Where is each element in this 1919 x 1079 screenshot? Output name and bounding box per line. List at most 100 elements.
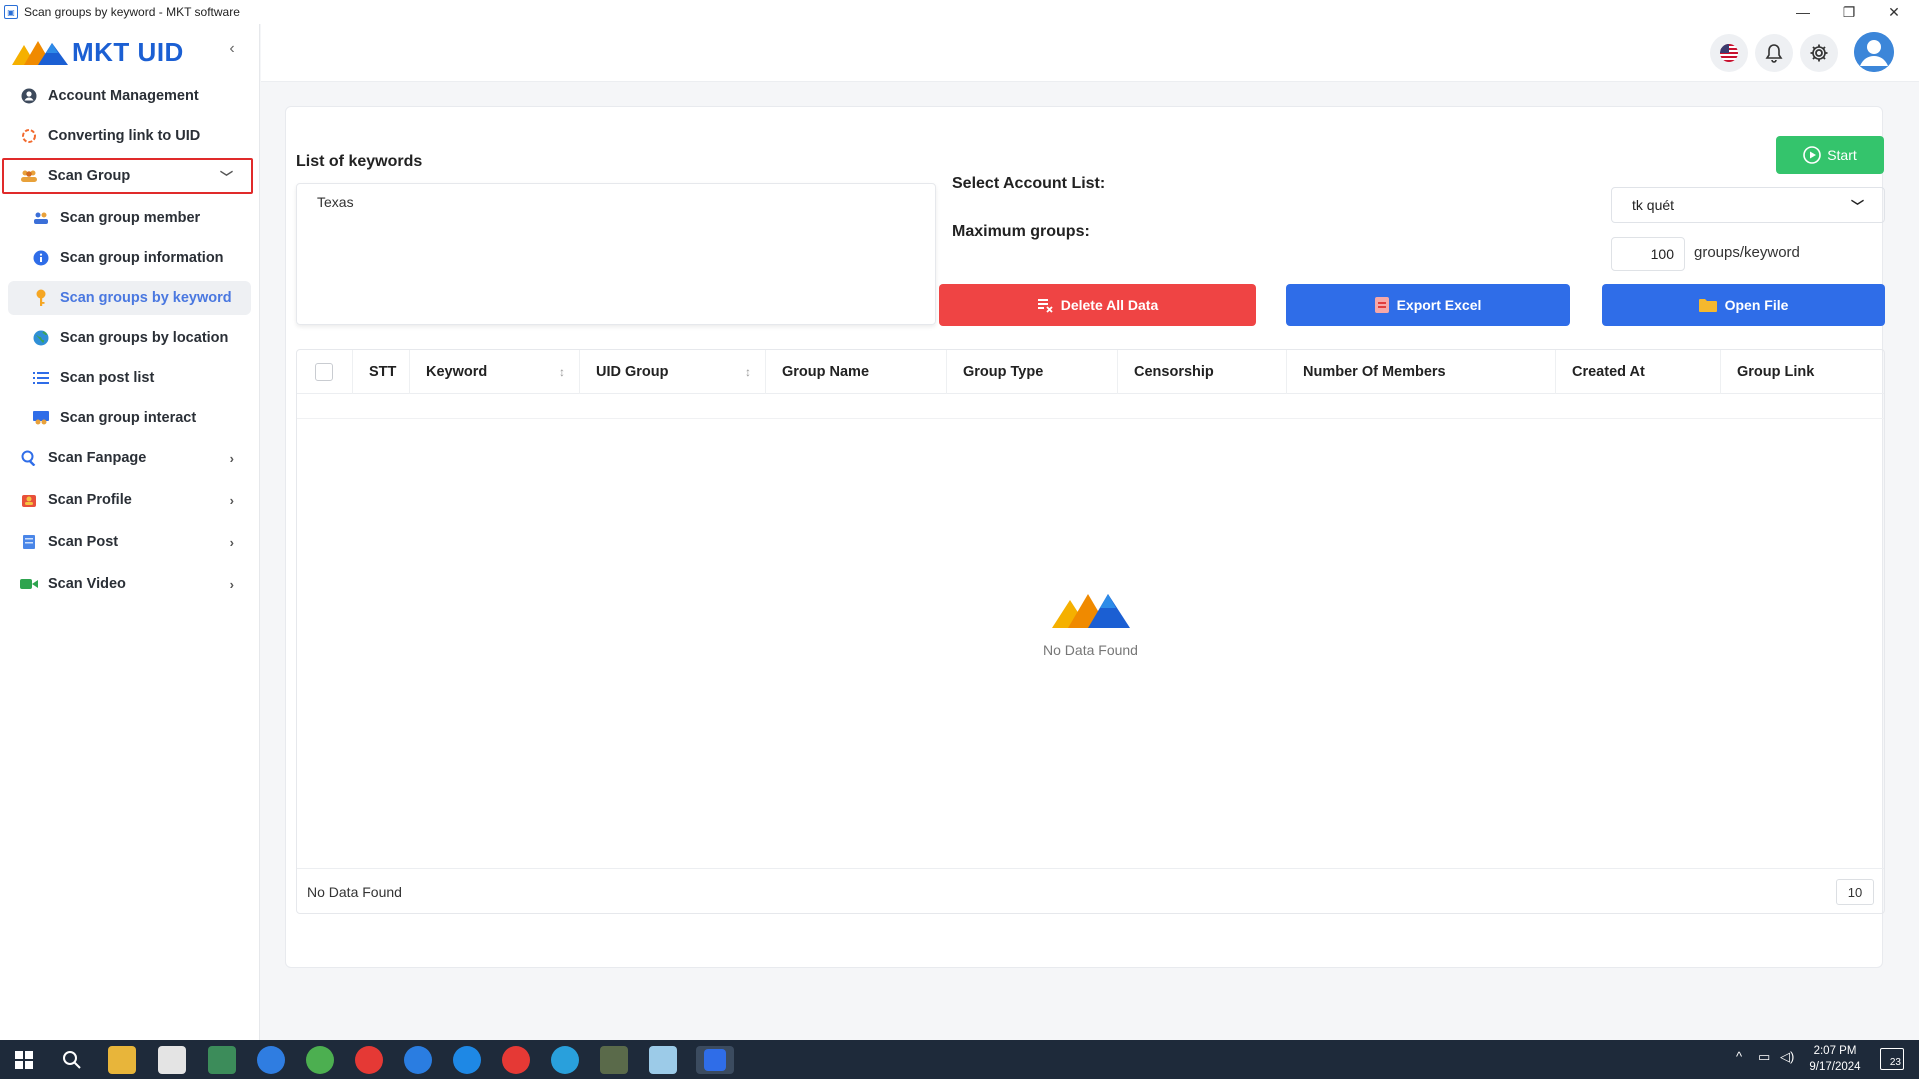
column-header-uid-group[interactable]: UID Group ↕ bbox=[580, 350, 766, 394]
chevron-right-icon: › bbox=[229, 534, 234, 550]
sidebar-item-scan-group[interactable]: Scan Group ﹀ bbox=[2, 158, 253, 194]
window-titlebar: ▣ Scan groups by keyword - MKT software … bbox=[0, 0, 1919, 24]
sidebar-item-scan-fanpage[interactable]: Scan Fanpage › bbox=[4, 440, 252, 476]
logo-mark-icon bbox=[12, 41, 68, 65]
sidebar-item-scan-video[interactable]: Scan Video › bbox=[4, 566, 252, 602]
chrome-icon[interactable] bbox=[355, 1046, 383, 1074]
start-button[interactable]: Start bbox=[1776, 136, 1884, 174]
export-excel-button[interactable]: Export Excel bbox=[1286, 284, 1570, 326]
column-label: Group Name bbox=[782, 364, 870, 380]
sidebar-item-converting-link[interactable]: Converting link to UID bbox=[4, 118, 252, 154]
brand-name: MKT UID bbox=[72, 36, 184, 67]
column-label: UID Group bbox=[596, 364, 669, 380]
sidebar-subitem-scan-groups-by-keyword[interactable]: Scan groups by keyword bbox=[8, 281, 251, 315]
sidebar-subitem-label: Scan post list bbox=[60, 370, 155, 386]
sidebar-item-scan-profile[interactable]: Scan Profile › bbox=[4, 482, 252, 518]
collapse-sidebar-icon[interactable]: ‹ bbox=[225, 40, 239, 60]
language-flag-button[interactable] bbox=[1710, 34, 1748, 72]
app-icon-2[interactable] bbox=[208, 1046, 236, 1074]
column-header-group-type[interactable]: Group Type bbox=[947, 350, 1118, 394]
sidebar-item-scan-post[interactable]: Scan Post › bbox=[4, 524, 252, 560]
delete-all-data-button[interactable]: Delete All Data bbox=[939, 284, 1256, 326]
settings-button[interactable] bbox=[1800, 34, 1838, 72]
account-list-select[interactable]: tk quét ﹀ bbox=[1611, 187, 1885, 223]
restore-button[interactable]: ❐ bbox=[1827, 0, 1871, 24]
user-avatar[interactable] bbox=[1854, 32, 1894, 72]
max-groups-input[interactable]: 100 bbox=[1611, 237, 1685, 271]
chevron-right-icon: › bbox=[229, 492, 234, 508]
tray-chevron-icon[interactable]: ^ bbox=[1736, 1049, 1742, 1064]
scan-keyword-panel: List of keywords Texas Start Select Acco… bbox=[285, 106, 1885, 968]
folder-icon bbox=[1698, 299, 1717, 312]
sort-icon[interactable]: ↕ bbox=[745, 365, 751, 379]
results-table: STT Keyword ↕ UID Group ↕ Group Name Group… bbox=[296, 349, 1885, 914]
avatar-icon bbox=[1854, 32, 1894, 72]
app-icon-1[interactable] bbox=[158, 1046, 186, 1074]
sort-icon[interactable]: ↕ bbox=[559, 365, 565, 379]
column-header-group-link[interactable]: Group Link bbox=[1721, 350, 1885, 394]
key-icon bbox=[32, 289, 50, 307]
notifications-button[interactable] bbox=[1755, 34, 1793, 72]
column-label: Censorship bbox=[1134, 364, 1214, 380]
sidebar-subitem-scan-group-member[interactable]: Scan group member bbox=[8, 201, 251, 235]
telegram-icon[interactable] bbox=[551, 1046, 579, 1074]
sidebar-item-label: Scan Post bbox=[48, 534, 119, 550]
chevron-right-icon: › bbox=[229, 450, 234, 466]
brand-logo: MKT UID bbox=[10, 34, 184, 70]
empty-message: No Data Found bbox=[1043, 642, 1138, 658]
user-circle-icon bbox=[20, 87, 38, 105]
windows-start-icon[interactable] bbox=[10, 1046, 38, 1074]
sidebar-item-label: Scan Group bbox=[48, 168, 131, 184]
app-icon-5[interactable] bbox=[600, 1046, 628, 1074]
column-label: Number Of Members bbox=[1303, 364, 1446, 380]
page-size-select[interactable]: 10 bbox=[1836, 879, 1874, 905]
app-icon-6[interactable] bbox=[649, 1046, 677, 1074]
select-all-checkbox[interactable] bbox=[315, 363, 333, 381]
search-icon[interactable] bbox=[58, 1046, 86, 1074]
column-header-number-of-members[interactable]: Number Of Members bbox=[1287, 350, 1556, 394]
sidebar-subitem-scan-group-information[interactable]: Scan group information bbox=[8, 241, 251, 275]
chrome-profile-icon[interactable] bbox=[502, 1046, 530, 1074]
video-camera-icon bbox=[20, 575, 38, 593]
notification-center-icon[interactable]: 23 bbox=[1880, 1048, 1904, 1070]
mkt-uid-taskbar-icon[interactable] bbox=[696, 1046, 734, 1074]
column-header-stt[interactable]: STT bbox=[353, 350, 410, 394]
sidebar-item-account-management[interactable]: Account Management bbox=[4, 78, 252, 114]
magnifier-icon bbox=[20, 449, 38, 467]
open-file-button[interactable]: Open File bbox=[1602, 284, 1885, 326]
column-label: Group Type bbox=[963, 364, 1044, 380]
select-account-label: Select Account List: bbox=[952, 175, 1106, 192]
column-header-censorship[interactable]: Censorship bbox=[1118, 350, 1287, 394]
sidebar-subitem-label: Scan groups by keyword bbox=[60, 290, 232, 306]
sidebar-subitem-scan-group-interact[interactable]: Scan group interact bbox=[8, 401, 251, 435]
column-label: Group Link bbox=[1737, 364, 1815, 380]
network-icon[interactable]: ▭ bbox=[1758, 1049, 1770, 1065]
column-header-keyword[interactable]: Keyword ↕ bbox=[410, 350, 580, 394]
window-title: Scan groups by keyword - MKT software bbox=[24, 5, 240, 19]
skype-icon[interactable] bbox=[453, 1046, 481, 1074]
clock-date: 9/17/2024 bbox=[1809, 1061, 1861, 1073]
table-divider bbox=[297, 418, 1884, 419]
table-header: STT Keyword ↕ UID Group ↕ Group Name Group… bbox=[297, 350, 1884, 394]
sidebar-subitem-scan-post-list[interactable]: Scan post list bbox=[8, 361, 251, 395]
zalo-icon[interactable] bbox=[257, 1046, 285, 1074]
system-clock[interactable]: 2:07 PM 9/17/2024 bbox=[1800, 1043, 1870, 1075]
members-icon bbox=[32, 209, 50, 227]
footer-status: No Data Found bbox=[307, 883, 402, 900]
keywords-title: List of keywords bbox=[296, 153, 423, 170]
column-label: Created At bbox=[1572, 364, 1645, 380]
keywords-textarea[interactable]: Texas bbox=[296, 183, 936, 325]
volume-icon[interactable]: ◁) bbox=[1780, 1049, 1794, 1065]
column-header-created-at[interactable]: Created At bbox=[1556, 350, 1721, 394]
file-explorer-icon[interactable] bbox=[108, 1046, 136, 1074]
sidebar-subitem-scan-groups-by-location[interactable]: Scan groups by location bbox=[8, 321, 251, 355]
empty-state: No Data Found bbox=[297, 590, 1884, 658]
minimize-button[interactable]: — bbox=[1781, 0, 1825, 24]
sidebar-subitem-label: Scan groups by location bbox=[60, 330, 229, 346]
column-header-group-name[interactable]: Group Name bbox=[766, 350, 947, 394]
close-button[interactable]: ✕ bbox=[1872, 0, 1916, 24]
clock-time: 2:07 PM bbox=[1813, 1045, 1857, 1057]
app-icon-3[interactable] bbox=[306, 1046, 334, 1074]
sidebar-subitem-label: Scan group member bbox=[60, 210, 201, 226]
app-icon-4[interactable] bbox=[404, 1046, 432, 1074]
